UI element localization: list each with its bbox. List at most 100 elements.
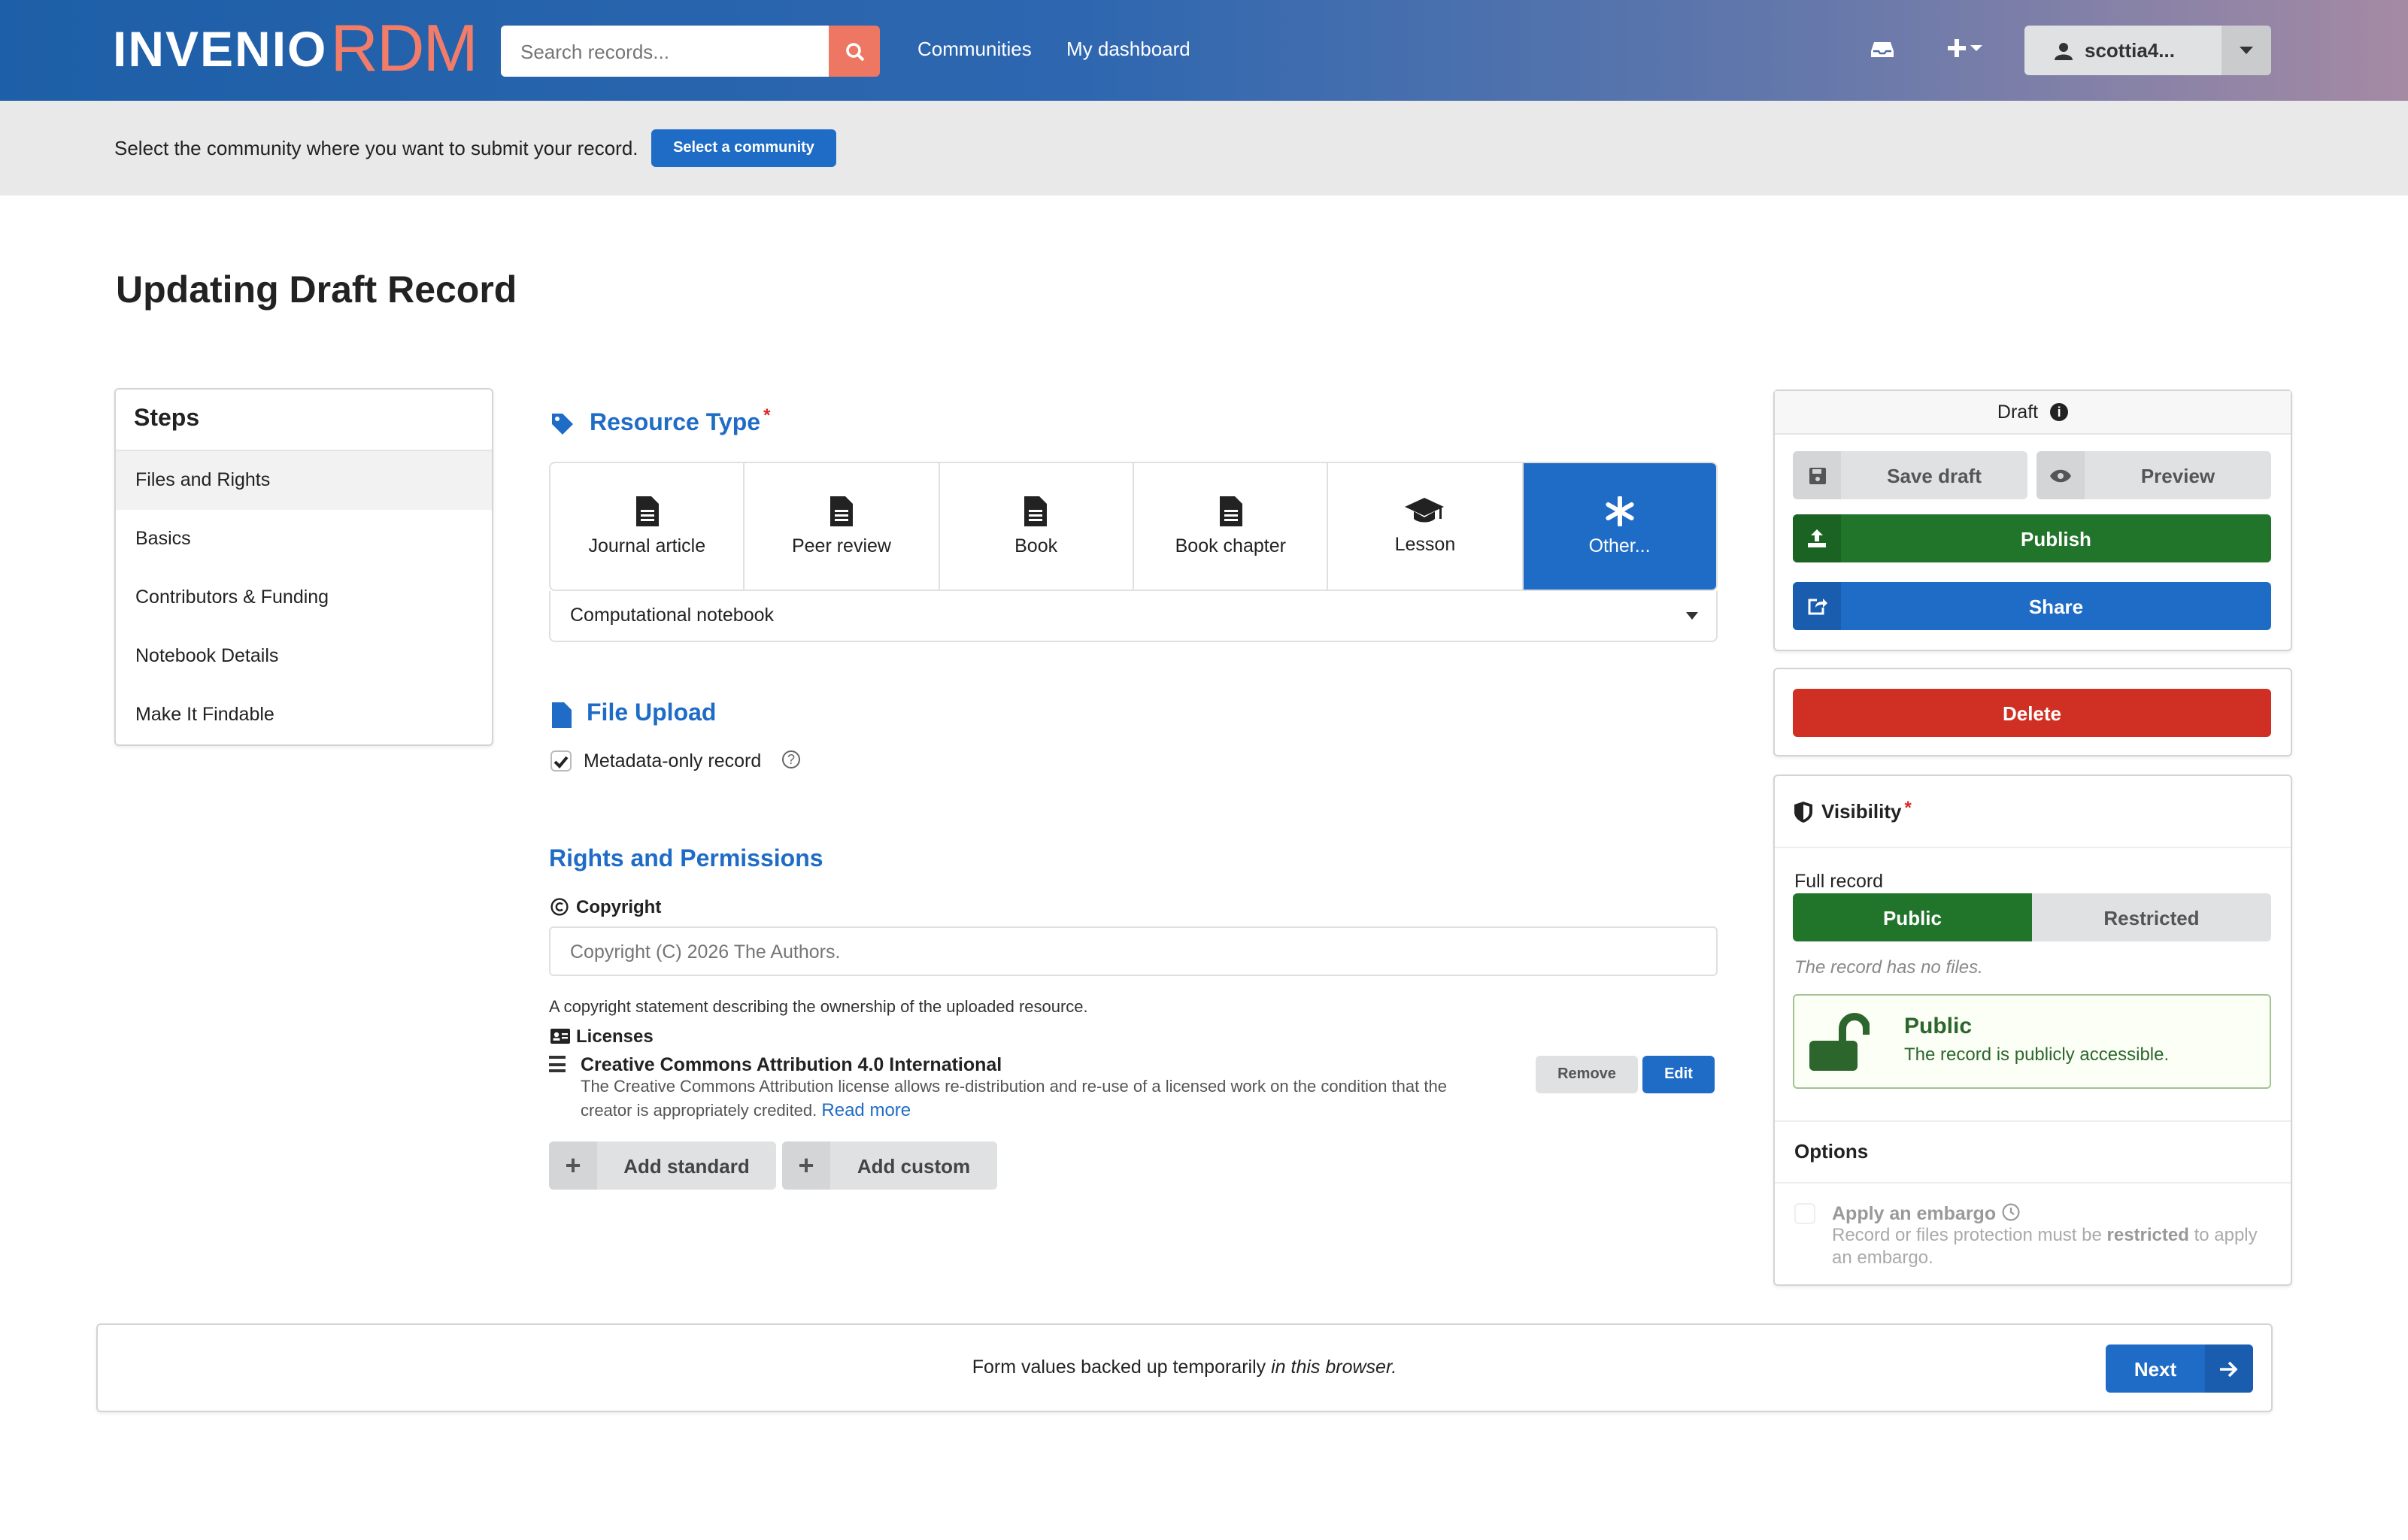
- question-circle-icon[interactable]: ?: [782, 750, 800, 768]
- add-standard-label: Add standard: [623, 1154, 750, 1177]
- preview-button[interactable]: Preview: [2036, 451, 2271, 499]
- add-standard-license-button[interactable]: + Add standard: [549, 1141, 776, 1190]
- add-custom-label: Add custom: [857, 1154, 971, 1177]
- delete-card: Delete: [1773, 668, 2292, 756]
- add-custom-license-button[interactable]: + Add custom: [782, 1141, 997, 1190]
- visibility-public-button[interactable]: Public: [1793, 893, 2032, 941]
- required-marker: *: [1904, 796, 1912, 817]
- nav-communities[interactable]: Communities: [917, 38, 1032, 60]
- license-description-text: The Creative Commons Attribution license…: [581, 1078, 1447, 1120]
- publish-label: Publish: [2021, 527, 2091, 550]
- copyright-label: Copyright: [550, 896, 661, 917]
- step-make-it-findable[interactable]: Make It Findable: [116, 686, 492, 744]
- file-icon: [552, 702, 572, 727]
- drag-handle-icon[interactable]: [549, 1056, 566, 1076]
- user-name: scottia4...: [2085, 39, 2175, 62]
- share-square-icon: [1807, 599, 1827, 615]
- visibility-header: Visibility *: [1775, 776, 2291, 848]
- share-label: Share: [2028, 595, 2084, 617]
- copyright-icon: [550, 898, 569, 916]
- draft-status-label: Draft: [1997, 402, 2039, 423]
- caret-down-icon: [1686, 612, 1698, 620]
- license-description: The Creative Commons Attribution license…: [581, 1077, 1483, 1123]
- next-label: Next: [2134, 1357, 2177, 1380]
- nav-my-dashboard[interactable]: My dashboard: [1066, 38, 1190, 60]
- arrow-right-icon: [2220, 1360, 2238, 1377]
- step-basics[interactable]: Basics: [116, 510, 492, 568]
- community-banner-text: Select the community where you want to s…: [114, 137, 638, 159]
- next-button[interactable]: Next: [2106, 1344, 2253, 1393]
- resource-type-peer-review[interactable]: Peer review: [745, 463, 940, 590]
- backup-note: Form values backed up temporarily in thi…: [98, 1357, 2271, 1378]
- select-community-button[interactable]: Select a community: [651, 129, 836, 167]
- backup-note-text: Form values backed up temporarily: [972, 1357, 1272, 1378]
- step-files-and-rights[interactable]: Files and Rights: [116, 451, 492, 510]
- license-edit-button[interactable]: Edit: [1642, 1056, 1715, 1093]
- page-title: Updating Draft Record: [116, 269, 517, 311]
- resource-type-label: Peer review: [791, 535, 891, 556]
- resource-type-label: Book chapter: [1175, 535, 1286, 556]
- clock-icon: [2001, 1203, 2019, 1221]
- file-text-icon: [635, 496, 659, 526]
- logo-rdm-text: RDM: [330, 12, 478, 86]
- visibility-status-text: The record is publicly accessible.: [1904, 1044, 2170, 1065]
- resource-type-label: Book: [1014, 535, 1058, 556]
- embargo-title: Apply an embargo: [1832, 1202, 2019, 1224]
- resource-type-lesson[interactable]: Lesson: [1329, 463, 1524, 590]
- resource-type-dropdown-value: Computational notebook: [570, 605, 775, 626]
- save-draft-label: Save draft: [1887, 464, 1982, 487]
- metadata-only-checkbox[interactable]: [550, 750, 572, 772]
- plus-icon: +: [549, 1141, 597, 1190]
- invenio-rdm-logo[interactable]: INVENIO RDM: [113, 12, 478, 87]
- no-files-note: The record has no files.: [1794, 956, 1983, 978]
- resource-type-book-chapter[interactable]: Book chapter: [1134, 463, 1329, 590]
- resource-type-journal-article[interactable]: Journal article: [550, 463, 745, 590]
- step-notebook-details[interactable]: Notebook Details: [116, 627, 492, 686]
- graduation-cap-icon: [1405, 498, 1445, 523]
- draft-actions-card: Draft i Save draft Preview Publish Share: [1773, 390, 2292, 651]
- resource-type-book[interactable]: Book: [939, 463, 1134, 590]
- embargo-checkbox[interactable]: [1794, 1203, 1815, 1224]
- user-menu[interactable]: scottia4...: [2024, 26, 2271, 75]
- embargo-desc-pre: Record or files protection must be: [1832, 1224, 2107, 1245]
- info-icon[interactable]: i: [2050, 403, 2069, 421]
- embargo-title-text: Apply an embargo: [1832, 1203, 1997, 1224]
- file-text-icon: [829, 496, 853, 526]
- file-upload-title: File Upload: [587, 701, 717, 726]
- share-button[interactable]: Share: [1793, 582, 2271, 630]
- search-button[interactable]: [829, 26, 880, 77]
- backup-note-emphasis: in this browser.: [1271, 1357, 1397, 1378]
- visibility-restricted-button[interactable]: Restricted: [2032, 893, 2271, 941]
- visibility-title: Visibility: [1821, 800, 1902, 823]
- search-input[interactable]: [501, 26, 829, 77]
- eye-icon: [2050, 468, 2071, 482]
- license-read-more-link[interactable]: Read more: [821, 1099, 911, 1120]
- embargo-description: Record or files protection must be restr…: [1832, 1224, 2268, 1268]
- new-upload-menu[interactable]: [1948, 38, 1984, 66]
- steps-menu: Steps Files and Rights Basics Contributo…: [114, 388, 493, 746]
- resource-type-other[interactable]: Other...: [1523, 463, 1716, 590]
- copyright-help-text: A copyright statement describing the own…: [549, 999, 1088, 1017]
- logo-invenio-text: INVENIO: [113, 21, 328, 77]
- inbox-icon[interactable]: [1871, 39, 1894, 66]
- resource-type-dropdown[interactable]: Computational notebook: [549, 591, 1718, 642]
- required-marker: *: [763, 405, 771, 426]
- full-record-visibility-toggle: Public Restricted: [1793, 893, 2271, 941]
- save-icon: [1809, 467, 1825, 484]
- plus-icon: +: [782, 1141, 830, 1190]
- options-title: Options: [1794, 1140, 1869, 1163]
- copyright-input[interactable]: [549, 926, 1718, 976]
- step-contributors-funding[interactable]: Contributors & Funding: [116, 568, 492, 627]
- steps-title: Steps: [116, 390, 492, 451]
- licenses-label-text: Licenses: [576, 1026, 654, 1047]
- licenses-label: Licenses: [550, 1026, 654, 1047]
- publish-button[interactable]: Publish: [1793, 514, 2271, 562]
- plus-icon: [1948, 39, 1982, 57]
- tag-icon: [552, 414, 573, 435]
- user-menu-dropdown[interactable]: [2221, 26, 2271, 75]
- save-draft-button[interactable]: Save draft: [1793, 451, 2027, 499]
- license-remove-button[interactable]: Remove: [1536, 1056, 1638, 1093]
- resource-type-title: Resource Type: [590, 411, 761, 436]
- delete-button[interactable]: Delete: [1793, 689, 2271, 737]
- preview-label: Preview: [2140, 464, 2215, 487]
